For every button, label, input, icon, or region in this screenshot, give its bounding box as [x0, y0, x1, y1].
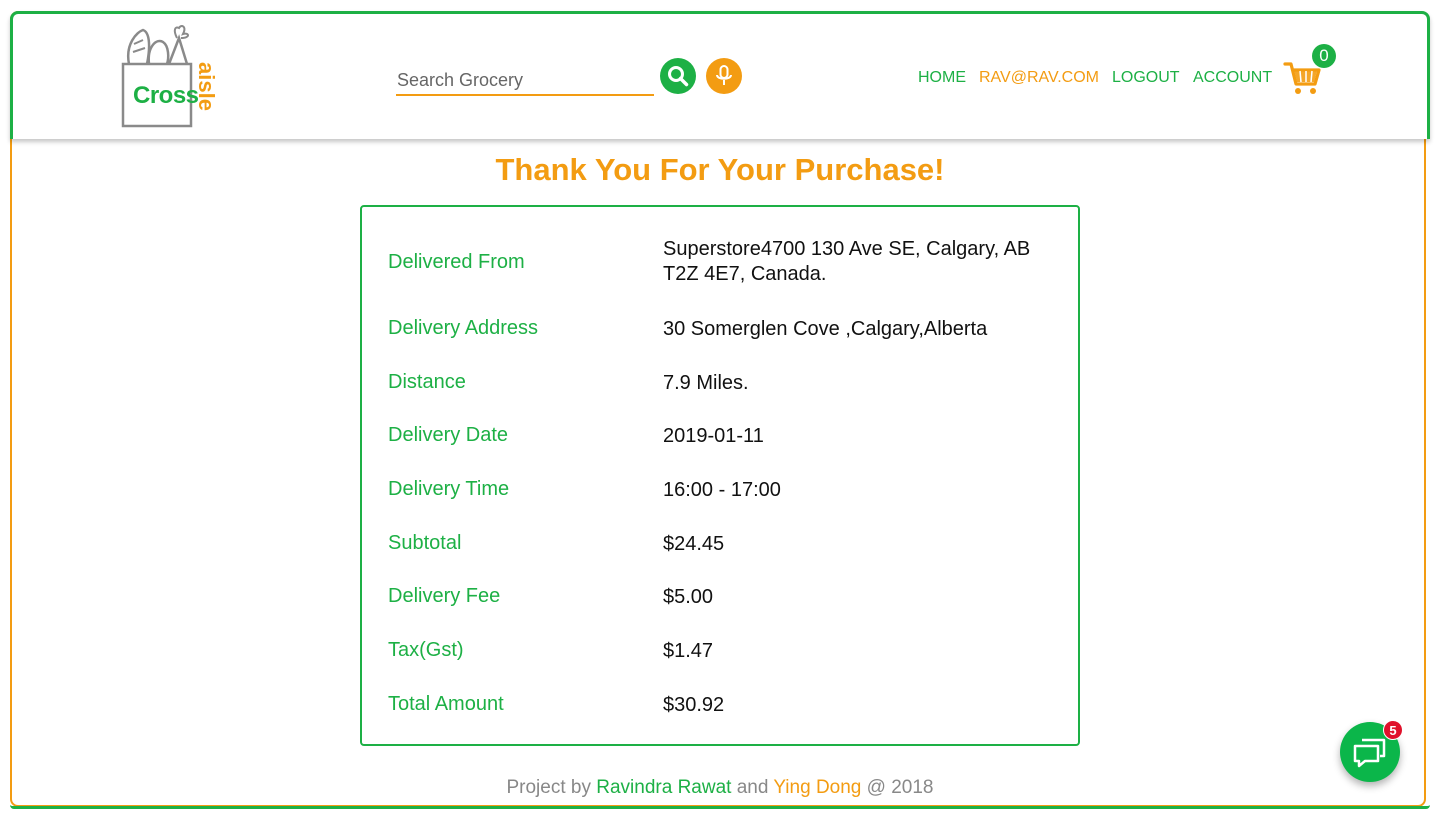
page-frame-bottom — [10, 805, 1430, 809]
order-value: 2019-01-11 — [663, 425, 764, 447]
header-bar: Cross aisle HOME RAV@RAV.COM LOGOUT ACCO… — [10, 11, 1430, 139]
order-label: Total Amount — [388, 693, 504, 715]
order-value: $1.47 — [663, 640, 714, 662]
chat-icon — [1353, 738, 1386, 768]
order-label: Delivery Date — [388, 424, 509, 446]
order-value: $24.45 — [663, 533, 725, 555]
order-value: 16:00 - 17:00 — [663, 479, 781, 501]
logo-word-aisle: aisle — [194, 62, 219, 111]
microphone-icon — [716, 65, 732, 85]
crossaisle-logo[interactable]: Cross aisle — [119, 24, 229, 130]
search-button[interactable] — [660, 58, 696, 94]
order-label: Subtotal — [388, 532, 462, 554]
footer-credits: Project by Ravindra Rawat and Ying Dong … — [0, 777, 1440, 799]
footer-and: and — [736, 777, 769, 798]
order-summary-card: Delivered From Superstore4700 130 Ave SE… — [360, 205, 1080, 746]
nav-user-email[interactable]: RAV@RAV.COM — [979, 69, 1099, 87]
nav-logout[interactable]: LOGOUT — [1112, 69, 1180, 87]
search-icon — [668, 66, 689, 87]
order-value: 7.9 Miles. — [663, 372, 749, 394]
logo-word-cross: Cross — [133, 82, 199, 109]
chat-notification-badge: 5 — [1383, 720, 1403, 740]
search-input[interactable] — [396, 66, 654, 96]
footer-suffix: @ 2018 — [866, 777, 934, 798]
order-label: Distance — [388, 371, 466, 393]
order-label: Delivery Fee — [388, 585, 501, 607]
order-label: Delivery Time — [388, 478, 510, 500]
page-title: Thank You For Your Purchase! — [495, 152, 945, 187]
order-value: $30.92 — [663, 694, 725, 716]
nav-home[interactable]: HOME — [918, 69, 966, 87]
order-value: $5.00 — [663, 586, 714, 608]
footer-author-link-ravindra[interactable]: Ravindra Rawat — [596, 777, 731, 798]
order-value: Superstore4700 130 Ave SE, Calgary, AB T… — [663, 238, 1031, 285]
order-value: 30 Somerglen Cove ,Calgary,Alberta — [663, 318, 988, 340]
cart-count-badge: 0 — [1312, 44, 1336, 68]
footer-author-link-ying[interactable]: Ying Dong — [773, 777, 861, 798]
voice-search-button[interactable] — [706, 58, 742, 94]
footer-prefix: Project by — [506, 777, 591, 798]
nav-account[interactable]: ACCOUNT — [1193, 69, 1272, 87]
order-label: Delivery Address — [388, 317, 539, 339]
order-label: Tax(Gst) — [388, 639, 464, 661]
order-label: Delivered From — [388, 251, 525, 273]
